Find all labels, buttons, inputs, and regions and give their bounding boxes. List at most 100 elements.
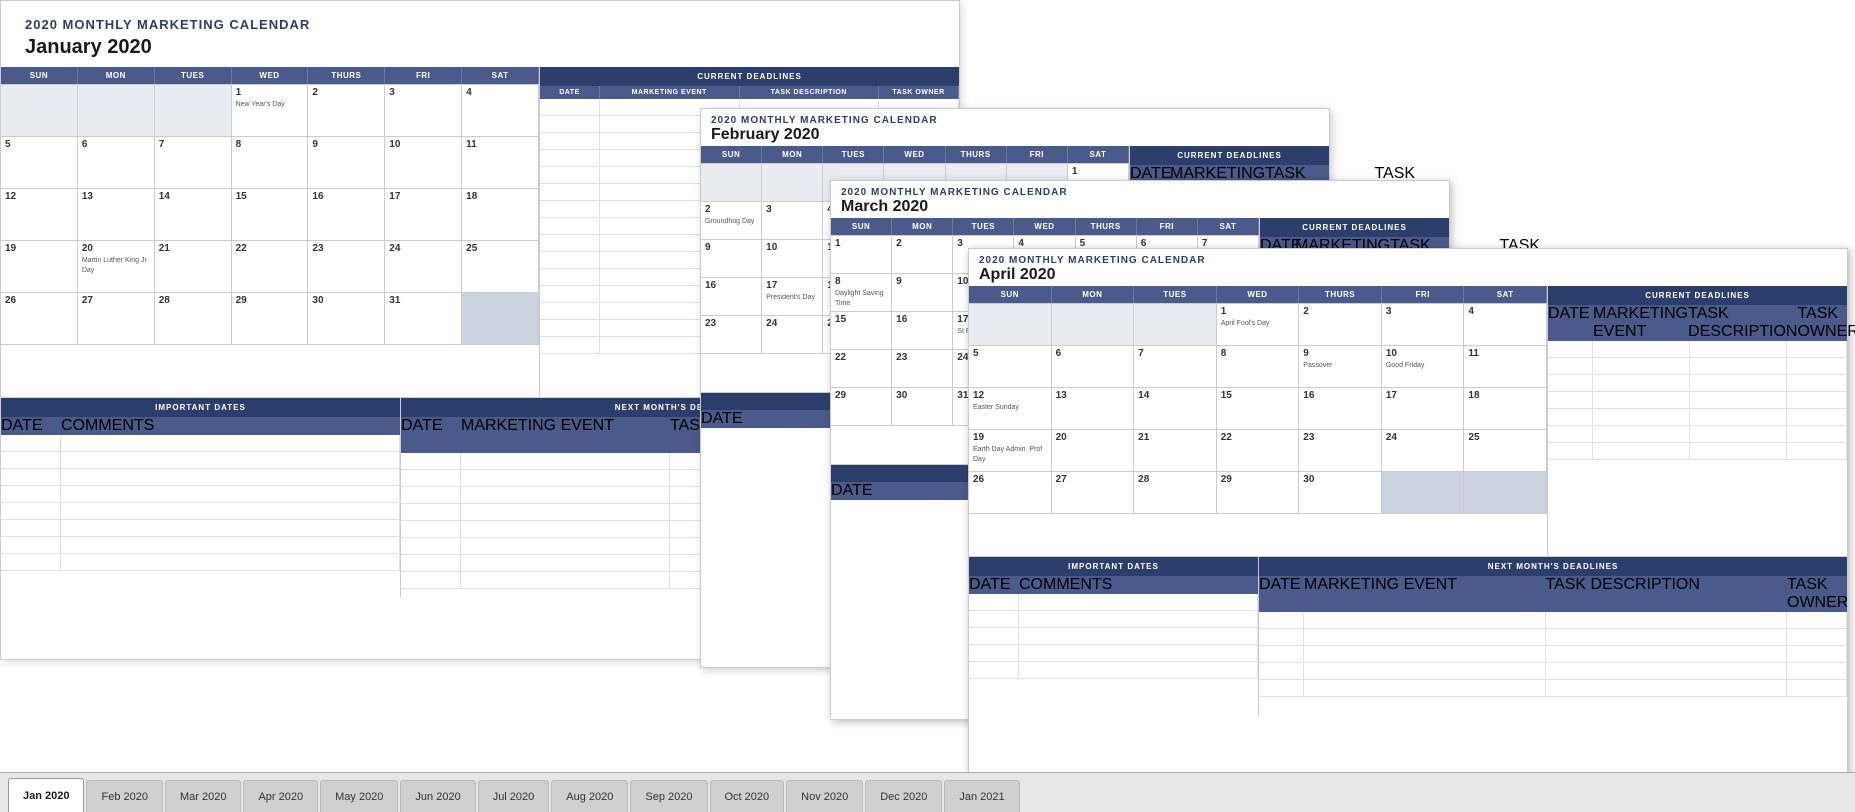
jan-page-title: 2020 MONTHLY MARKETING CALENDAR xyxy=(13,9,947,34)
mar-page-title: 2020 MONTHLY MARKETING CALENDAR xyxy=(841,187,1439,198)
jan-cell-12: 12 xyxy=(1,189,78,241)
apr-grid: 1April Fool's Day 2 3 4 5 6 7 8 9Passove… xyxy=(969,303,1547,556)
jan-deadlines-header: CURRENT DEADLINES xyxy=(540,67,959,86)
jan-cell-27: 27 xyxy=(78,293,155,345)
apr-next-rows xyxy=(1259,612,1847,697)
table-row xyxy=(1,537,400,554)
tab-oct-2020[interactable]: Oct 2020 xyxy=(710,780,785,812)
jan-cell-10: 10 xyxy=(385,137,462,189)
col-event: MARKETING EVENT xyxy=(600,86,740,99)
jan-cell-26: 26 xyxy=(1,293,78,345)
jan-cell-3: 3 xyxy=(385,85,462,137)
tab-mar-2020[interactable]: Mar 2020 xyxy=(165,780,241,812)
apr-imp-rows xyxy=(969,594,1258,679)
jan-cell-8: 8 xyxy=(232,137,309,189)
col-date2: DATE xyxy=(1,417,61,435)
mar-deadlines-header: CURRENT DEADLINES xyxy=(1260,218,1449,237)
jan-cell-23: 23 xyxy=(308,241,385,293)
tab-sep-2020[interactable]: Sep 2020 xyxy=(630,780,707,812)
day-wed: WED xyxy=(232,67,309,84)
jan-cell-13: 13 xyxy=(78,189,155,241)
jan-cell-25: 25 xyxy=(462,241,539,293)
jan-calendar: SUN MON TUES WED THURS FRI SAT 1New Year… xyxy=(1,67,539,397)
mar-title-area: 2020 MONTHLY MARKETING CALENDAR March 20… xyxy=(831,181,1449,218)
day-fri: FRI xyxy=(385,67,462,84)
jan-imp-dates-header: IMPORTANT DATES xyxy=(1,398,400,417)
tab-jan-2020[interactable]: Jan 2020 xyxy=(8,778,84,812)
jan-cell-17: 17 xyxy=(385,189,462,241)
apr-title-area: 2020 MONTHLY MARKETING CALENDAR April 20… xyxy=(969,249,1847,286)
apr-top: SUN MON TUES WED THURS FRI SAT 1April Fo… xyxy=(969,286,1847,556)
jan-cell-30: 30 xyxy=(308,293,385,345)
feb-days-header: SUN MON TUES WED THURS FRI SAT xyxy=(701,146,1129,163)
feb-month-title: February 2020 xyxy=(711,126,1319,144)
jan-cell-9: 9 xyxy=(308,137,385,189)
jan-title-area: 2020 MONTHLY MARKETING CALENDAR January … xyxy=(1,1,959,67)
table-row xyxy=(1,554,400,571)
table-row xyxy=(1,520,400,537)
tab-jun-2020[interactable]: Jun 2020 xyxy=(400,780,475,812)
feb-page-title: 2020 MONTHLY MARKETING CALENDAR xyxy=(711,115,1319,126)
tab-aug-2020[interactable]: Aug 2020 xyxy=(551,780,628,812)
jan-cell-2: 2 xyxy=(308,85,385,137)
tab-dec-2020[interactable]: Dec 2020 xyxy=(865,780,942,812)
table-row xyxy=(1,435,400,452)
jan-cell-29: 29 xyxy=(232,293,309,345)
apr-next-dead-header: NEXT MONTH'S DEADLINES xyxy=(1259,557,1847,576)
table-row xyxy=(1,503,400,520)
jan-cell-empty2 xyxy=(78,85,155,137)
tab-jul-2020[interactable]: Jul 2020 xyxy=(478,780,550,812)
jan-cell-19: 19 xyxy=(1,241,78,293)
apr-important-dates: IMPORTANT DATES DATE COMMENTS xyxy=(969,557,1259,716)
tab-nov-2020[interactable]: Nov 2020 xyxy=(786,780,863,812)
main-content: 2020 MONTHLY MARKETING CALENDAR January … xyxy=(0,0,1855,772)
day-sun: SUN xyxy=(1,67,78,84)
feb-deadlines-header: CURRENT DEADLINES xyxy=(1130,146,1329,165)
apr-calendar: SUN MON TUES WED THURS FRI SAT 1April Fo… xyxy=(969,286,1547,556)
col-date3: DATE xyxy=(401,417,461,453)
jan-cell-6: 6 xyxy=(78,137,155,189)
tab-apr-2020[interactable]: Apr 2020 xyxy=(243,780,318,812)
day-thu: THURS xyxy=(308,67,385,84)
col-date: DATE xyxy=(540,86,600,99)
col-owner: TASK OWNER xyxy=(879,86,959,99)
day-mon: MON xyxy=(78,67,155,84)
jan-important-dates: IMPORTANT DATES DATE COMMENTS xyxy=(1,398,401,597)
jan-cell-20: 20Martin Luther King Jr Day xyxy=(78,241,155,293)
tab-may-2020[interactable]: May 2020 xyxy=(320,780,398,812)
day-sat: SAT xyxy=(462,67,539,84)
apr-page-title: 2020 MONTHLY MARKETING CALENDAR xyxy=(979,255,1837,266)
jan-cell-5: 5 xyxy=(1,137,78,189)
jan-cell-28: 28 xyxy=(155,293,232,345)
feb-title-area: 2020 MONTHLY MARKETING CALENDAR February… xyxy=(701,109,1329,146)
table-row xyxy=(1,452,400,469)
jan-cell-7: 7 xyxy=(155,137,232,189)
jan-cell-31: 31 xyxy=(385,293,462,345)
jan-cell-11: 11 xyxy=(462,137,539,189)
tab-jan-2021[interactable]: Jan 2021 xyxy=(944,780,1019,812)
jan-days-header: SUN MON TUES WED THURS FRI SAT xyxy=(1,67,539,84)
jan-imp-dates-rows xyxy=(1,435,400,571)
table-row xyxy=(1,486,400,503)
jan-grid: 1New Year's Day 2 3 4 5 6 7 8 9 10 11 12… xyxy=(1,84,539,397)
apr-imp-dates-header: IMPORTANT DATES xyxy=(969,557,1258,576)
tab-feb-2020[interactable]: Feb 2020 xyxy=(86,780,162,812)
tab-bar: Jan 2020 Feb 2020 Mar 2020 Apr 2020 May … xyxy=(0,772,1855,812)
jan-cell-18: 18 xyxy=(462,189,539,241)
jan-cell-1: 1New Year's Day xyxy=(232,85,309,137)
jan-cell-14: 14 xyxy=(155,189,232,241)
jan-cell-shaded1 xyxy=(462,293,539,345)
col-comments: COMMENTS xyxy=(61,417,400,435)
apr-days-header: SUN MON TUES WED THURS FRI SAT xyxy=(969,286,1547,303)
jan-cell-24: 24 xyxy=(385,241,462,293)
mar-month-title: March 2020 xyxy=(841,198,1439,216)
apr-month-title: April 2020 xyxy=(979,266,1837,284)
jan-cell-empty1 xyxy=(1,85,78,137)
jan-cell-21: 21 xyxy=(155,241,232,293)
apr-bottom-section: IMPORTANT DATES DATE COMMENTS NEXT MONTH… xyxy=(969,556,1847,716)
col-task: TASK DESCRIPTION xyxy=(740,86,880,99)
jan-cell-16: 16 xyxy=(308,189,385,241)
table-row xyxy=(1,469,400,486)
day-tue: TUES xyxy=(155,67,232,84)
jan-cell-15: 15 xyxy=(232,189,309,241)
